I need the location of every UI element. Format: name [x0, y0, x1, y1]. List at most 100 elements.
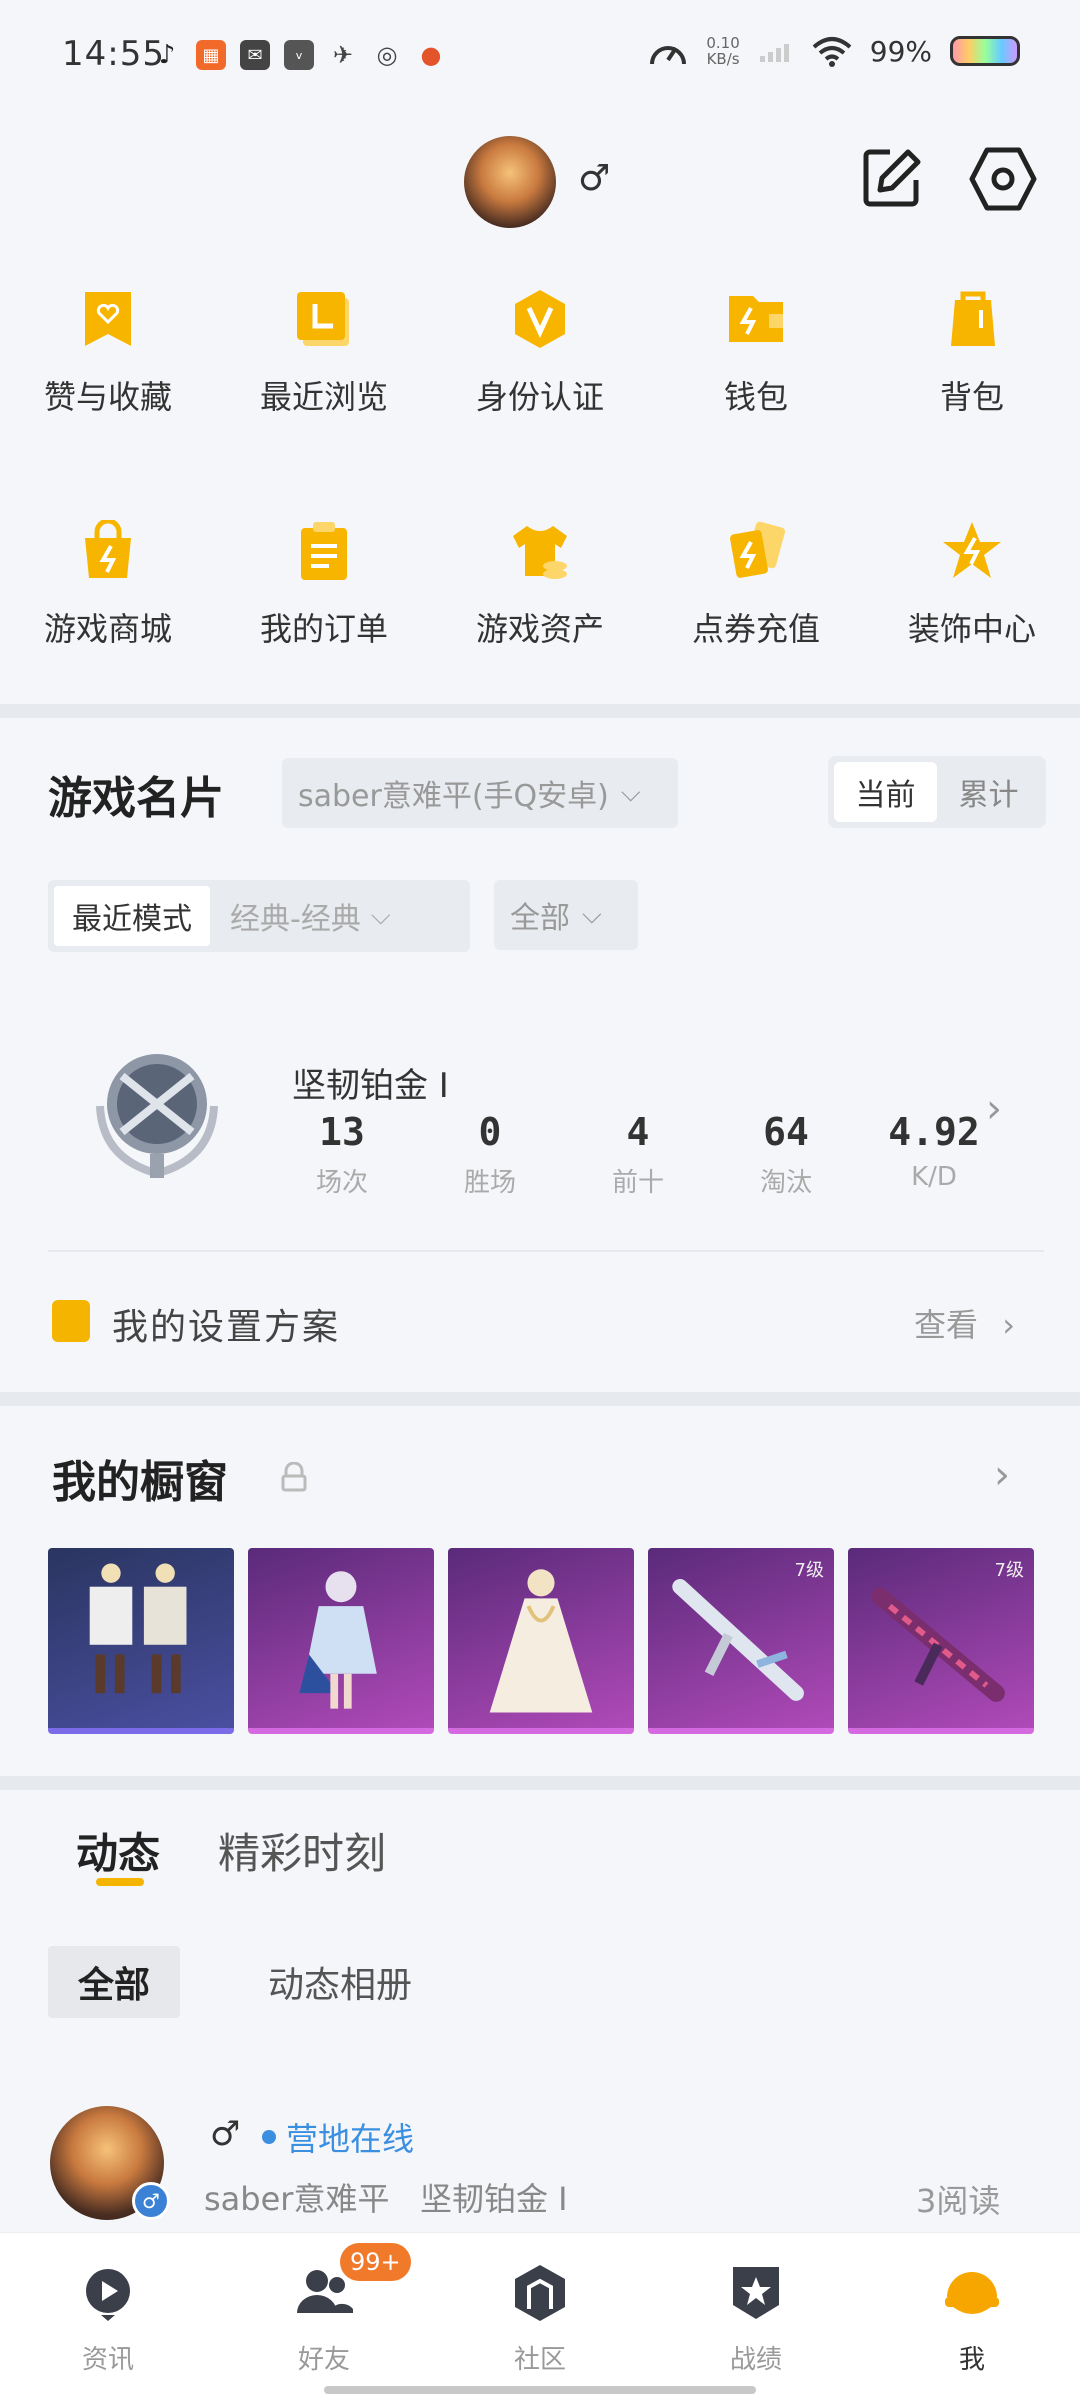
settings-icon[interactable] — [968, 146, 1038, 212]
nav-community[interactable]: 社区 — [432, 2233, 648, 2400]
verified-badge-icon — [515, 290, 565, 348]
gender-icon: ♂ — [210, 2114, 241, 2154]
grid-item-verify[interactable]: 身份认证 — [432, 280, 648, 512]
grid-item-recent[interactable]: 最近浏览 — [216, 280, 432, 512]
showcase-item-outfit[interactable] — [48, 1548, 234, 1734]
stat-label: 胜场 — [463, 1168, 516, 1198]
recent-folder-icon — [297, 292, 349, 346]
chevron-right-icon[interactable]: › — [986, 1086, 1002, 1132]
status-bar: 14:55 ♪ ▦ ✉ v ✈ ◎ ● 0.10 KB/s 99% — [0, 0, 1080, 110]
stat-value: 4 — [626, 1110, 650, 1154]
battery-percent: 99% — [869, 34, 932, 68]
heart-bookmark-icon — [85, 292, 131, 346]
edit-icon[interactable] — [860, 146, 924, 210]
stat-value: 0 — [478, 1110, 502, 1154]
grid-label: 我的订单 — [259, 610, 388, 648]
showcase-title: 我的橱窗 — [52, 1457, 228, 1508]
showcase-item-character-1[interactable] — [248, 1548, 434, 1734]
showcase-item-weapon-1[interactable]: 7级 — [648, 1548, 834, 1734]
account-dropdown[interactable]: saber意难平(手Q安卓) ⌵ — [282, 758, 678, 828]
nav-label: 好友 — [297, 2345, 350, 2375]
grid-label: 点券充值 — [691, 610, 820, 648]
shirt-coin-icon — [513, 526, 567, 579]
stat-label: 场次 — [315, 1168, 368, 1198]
gender-icon: ♂ — [578, 158, 611, 199]
tiktok-icon: ♪ — [158, 40, 176, 70]
mode-label: 最近模式 — [54, 886, 210, 946]
swirl-app-icon: ◎ — [376, 41, 398, 69]
order-list-icon — [301, 522, 347, 580]
nav-label: 战绩 — [729, 2345, 782, 2375]
status-time: 14:55 — [62, 34, 165, 74]
lock-icon — [281, 1462, 307, 1492]
grid-label: 钱包 — [723, 378, 788, 416]
chip-album[interactable]: 动态相册 — [240, 1946, 440, 2018]
stat-value: 4.92 — [888, 1110, 980, 1154]
stat-label: K/D — [911, 1162, 957, 1192]
game-card-title: 游戏名片 — [48, 773, 224, 824]
nav-news[interactable]: 资讯 — [0, 2233, 216, 2400]
record-badge-icon — [733, 2267, 779, 2319]
grid-item-backpack[interactable]: 背包 — [864, 280, 1080, 512]
mail-app-icon: ✉ — [240, 40, 270, 70]
chevron-right-icon: › — [1002, 1306, 1015, 1344]
grid-label: 背包 — [939, 378, 1004, 416]
mode-value: 经典-经典 — [230, 902, 361, 937]
news-play-icon — [86, 2269, 130, 2321]
net-speed: 0.10 KB/s — [706, 34, 740, 68]
grid-label: 最近浏览 — [259, 378, 388, 416]
nav-friends[interactable]: 好友 99+ — [216, 2233, 432, 2400]
period-segment: 当前 累计 — [828, 756, 1046, 828]
chevron-down-icon: ⌵ — [620, 777, 641, 808]
star-decor-icon — [943, 522, 1001, 578]
online-status: 营地在线 — [286, 2120, 415, 2158]
chevron-right-icon[interactable]: › — [994, 1452, 1010, 1498]
filter-dropdown[interactable]: 全部 ⌵ — [494, 880, 638, 950]
tab-highlights[interactable]: 精彩时刻 — [218, 1820, 386, 1881]
app-grid-icon: ▦ — [196, 40, 226, 70]
chip-all[interactable]: 全部 — [48, 1946, 180, 2018]
segment-total[interactable]: 累计 — [937, 762, 1040, 822]
gear-icon — [52, 1300, 90, 1342]
post-author-name: saber意难平 — [204, 2180, 390, 2218]
feature-grid-row-1: 赞与收藏 最近浏览 身份认证 钱包 背包 — [0, 280, 1080, 512]
home-indicator[interactable] — [324, 2386, 756, 2394]
settings-link-text: 查看 — [914, 1306, 979, 1344]
grid-label: 游戏资产 — [475, 610, 604, 648]
mode-selector[interactable]: 最近模式 经典-经典 ⌵ — [48, 880, 470, 952]
robot-app-icon: ● — [420, 41, 442, 69]
segment-current[interactable]: 当前 — [834, 762, 937, 822]
stat-matches: 13 场次 — [268, 1110, 416, 1199]
profile-avatar[interactable] — [464, 136, 556, 228]
grid-item-wallet[interactable]: 钱包 — [648, 280, 864, 512]
chevron-down-icon: ⌵ — [582, 899, 602, 930]
nav-me[interactable]: 我 — [864, 2233, 1080, 2400]
stat-label: 前十 — [611, 1168, 664, 1198]
outfit-art — [89, 1563, 187, 1694]
showcase-item-character-2[interactable] — [448, 1548, 634, 1734]
stat-value: 64 — [763, 1110, 809, 1154]
bird-app-icon: ✈ — [332, 41, 354, 69]
settings-plan-link[interactable]: 查看 › — [914, 1300, 1015, 1346]
item-level: 7级 — [794, 1560, 824, 1581]
online-dot-icon — [262, 2130, 276, 2144]
item-level: 7级 — [994, 1560, 1024, 1581]
wallet-icon — [729, 296, 783, 342]
nav-label: 我 — [958, 2345, 985, 2375]
grid-item-likes[interactable]: 赞与收藏 — [0, 280, 216, 512]
male-badge-icon: ♂ — [132, 2182, 170, 2220]
shop-bag-icon — [85, 520, 131, 578]
rank-name: 坚韧铂金 I — [292, 1066, 449, 1106]
character-art — [299, 1571, 377, 1709]
stat-wins: 0 胜场 — [416, 1110, 564, 1199]
tab-posts[interactable]: 动态 — [76, 1820, 160, 1881]
grid-label: 身份认证 — [475, 378, 604, 416]
showcase-item-weapon-2[interactable]: 7级 — [848, 1548, 1034, 1734]
settings-plan-label[interactable]: 我的设置方案 — [112, 1298, 340, 1350]
nav-records[interactable]: 战绩 — [648, 2233, 864, 2400]
chevron-down-icon: ⌵ — [370, 900, 391, 931]
section-divider — [0, 704, 1080, 718]
section-divider — [0, 1392, 1080, 1406]
filter-dropdown-value: 全部 — [510, 901, 570, 936]
post-author-rank: 坚韧铂金 I — [420, 2180, 568, 2218]
